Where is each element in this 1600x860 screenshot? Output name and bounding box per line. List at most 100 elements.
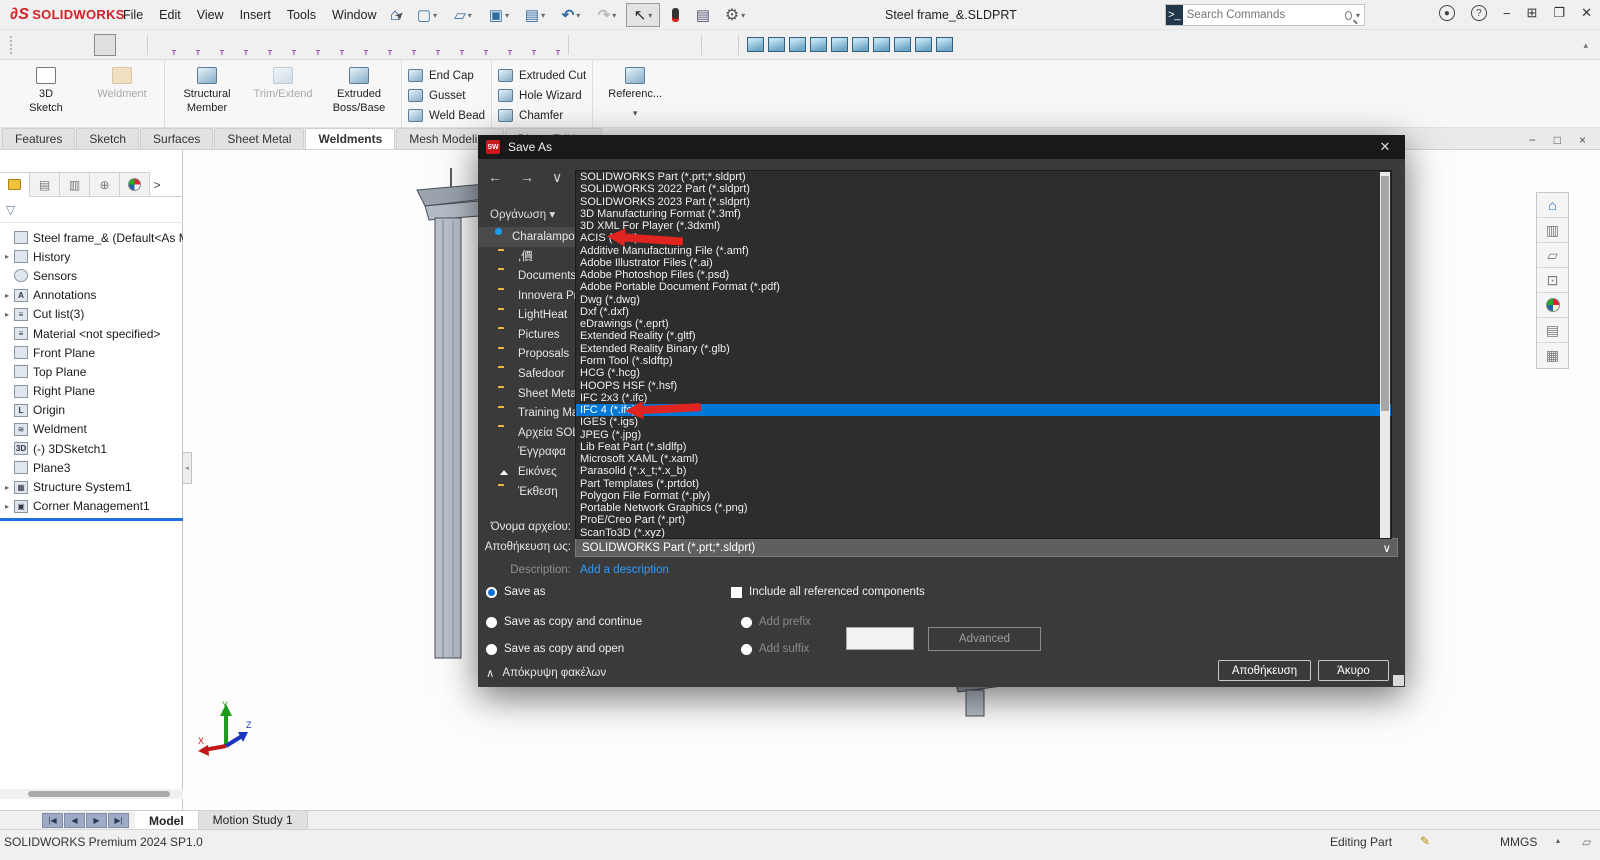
folder-item[interactable]: LightHeat [478,305,575,325]
expand-arrow-icon[interactable]: ▸ [0,291,14,300]
format-option[interactable]: ProE/Creo Part (*.prt) [576,514,1391,526]
folder-item[interactable]: Αρχεία SOLID [478,423,575,443]
tree-root-item[interactable]: ▸ Steel frame_& (Default<As M [0,228,183,247]
format-scrollbar-thumb[interactable] [1381,176,1389,411]
ribbon-tab[interactable]: Sketch [76,128,139,149]
macro-edit-icon[interactable] [672,34,694,56]
toolbar-icon[interactable] [147,35,148,55]
search-icon[interactable] [1345,11,1352,20]
format-list-scrollbar[interactable] [1380,172,1390,538]
organize-menu[interactable]: Οργάνωση ▾ [490,207,555,221]
radio-icon[interactable] [741,617,752,628]
stop-icon[interactable] [600,34,622,56]
format-option[interactable]: Form Tool (*.sldftp) [576,355,1391,367]
tab-scroll-button[interactable]: ▶| [108,813,129,828]
home-icon[interactable] [382,3,408,27]
save-copy-open-radio[interactable]: Save as copy and open [486,643,624,655]
format-option[interactable]: Microsoft XAML (*.xaml) [576,453,1391,465]
window-layout-button[interactable]: ⊞ [1527,5,1538,21]
checkbox-icon[interactable] [731,587,742,598]
format-option[interactable]: Extended Reality Binary (*.glb) [576,343,1391,355]
options-gear-icon[interactable] [718,3,752,27]
tab-scroll-button[interactable]: ▶ [86,813,107,828]
scrollbar-thumb[interactable] [28,791,170,797]
tree-item[interactable]: ▸ ▣ Corner Management1 [0,497,183,516]
panel-horizontal-scrollbar[interactable] [0,789,183,799]
format-option[interactable]: Additive Manufacturing File (*.amf) [576,245,1391,257]
filter-midpoints-icon[interactable] [371,34,393,56]
reference-dropdown-icon[interactable]: ▾ [633,108,638,119]
tab-scroll-button[interactable]: ◀ [64,813,85,828]
weldment-button[interactable]: Weldment [86,63,158,102]
ribbon-tab[interactable]: Sheet Metal [214,128,304,149]
performance-pipeline-icon[interactable] [662,3,688,27]
folder-item[interactable]: ,價 [478,247,575,267]
toolbar-collapse-icon[interactable]: ▴ [1583,40,1588,51]
undo-icon[interactable] [554,3,588,27]
expand-arrow-icon[interactable]: ▸ [0,310,14,319]
select-cursor-icon[interactable] [94,34,116,56]
tree-item[interactable]: ▸ A Annotations [0,286,183,305]
filter-balloons-icon[interactable] [491,34,513,56]
menu-item[interactable]: File [115,4,151,26]
format-option[interactable]: 3D Manufacturing Format (*.3mf) [576,208,1391,220]
expand-arrow-icon[interactable]: ▸ [0,483,14,492]
view-bottom-icon[interactable] [852,37,869,52]
tree-item[interactable]: ▸ Top Plane [0,362,183,381]
tree-item[interactable]: ▸ L Origin [0,401,183,420]
new-document-icon[interactable] [410,3,444,27]
search-commands-box[interactable]: >_ ▾ [1165,4,1365,26]
filter-axes-icon[interactable] [275,34,297,56]
radio-icon[interactable] [741,644,752,655]
tag-icon[interactable]: ▱ [1582,835,1591,849]
save-as-radio[interactable]: Save as [486,586,546,598]
format-option[interactable]: Portable Network Graphics (*.png) [576,502,1391,514]
recent-locations-button[interactable]: ∨ [552,169,562,186]
folder-item[interactable]: Innovera Proj [478,286,575,306]
open-icon[interactable] [446,3,480,27]
expand-arrow-icon[interactable]: ▸ [0,502,14,511]
view-trimetric-icon[interactable] [894,37,911,52]
filter-surface-finish-icon[interactable] [443,34,465,56]
panel-tabs-overflow[interactable]: > [150,172,164,197]
menu-item[interactable]: Tools [279,4,324,26]
filter-sketch-points-icon[interactable] [323,34,345,56]
3d-sketch-button[interactable]: 3D Sketch [10,63,82,116]
format-option[interactable]: ScanTo3D (*.xyz) [576,527,1391,539]
folder-item[interactable]: Proposals [478,345,575,365]
format-option[interactable]: SOLIDWORKS 2023 Part (*.sldprt) [576,196,1391,208]
toolbar-icon[interactable] [568,35,569,55]
ribbon-tab[interactable]: Surfaces [140,128,213,149]
tree-item[interactable]: ▸ ≡ Material <not specified> [0,324,183,343]
extruded-cut-button[interactable]: Extruded Cut [498,67,586,84]
add-description-link[interactable]: Add a description [580,564,669,576]
units-selector[interactable]: MMGS [1500,835,1537,849]
filter-dimensions-icon[interactable] [419,34,441,56]
format-option[interactable]: Lib Feat Part (*.sldlfp) [576,441,1391,453]
user-profile-icon[interactable]: ● [1439,5,1455,21]
view-right-icon[interactable] [810,37,827,52]
menu-item[interactable]: Edit [151,4,189,26]
filter-sketch-segments-icon[interactable] [347,34,369,56]
pause-record-icon[interactable] [624,34,646,56]
home-tab-icon[interactable]: ⌂ [1537,193,1568,218]
format-option[interactable]: Extended Reality (*.gltf) [576,330,1391,342]
tree-item[interactable]: ▸ ▦ Structure System1 [0,477,183,496]
filter-notes-icon[interactable] [467,34,489,56]
design-library-icon[interactable]: ▥ [1537,218,1568,243]
format-option[interactable]: Dxf (*.dxf) [576,306,1391,318]
filter-planes-icon[interactable] [299,34,321,56]
reference-triad-icon[interactable] [709,34,731,56]
tree-filter-row[interactable]: ▽ [0,197,183,223]
back-button[interactable]: ← [488,169,502,186]
tree-item[interactable]: ▸ 3D (-) 3DSketch1 [0,439,183,458]
panel-collapse-handle[interactable]: ◂ [183,452,192,484]
toolbar-icon[interactable] [701,35,702,55]
folder-item[interactable]: Εικόνες [478,462,575,482]
file-properties-icon[interactable] [690,3,716,27]
format-option[interactable]: HOOPS HSF (*.hsf) [576,380,1391,392]
close-button[interactable]: ✕ [1581,5,1592,21]
view-top-icon[interactable] [831,37,848,52]
play-icon[interactable] [576,34,598,56]
tree-item[interactable]: ▸ Right Plane [0,382,183,401]
